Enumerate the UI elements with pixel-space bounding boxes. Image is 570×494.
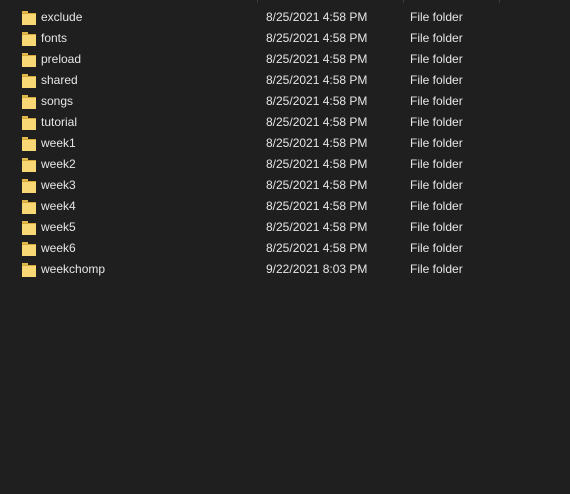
folder-icon <box>22 136 36 151</box>
file-row[interactable]: week2 8/25/2021 4:58 PM File folder <box>0 154 570 175</box>
file-type: File folder <box>410 31 463 45</box>
file-name[interactable]: week2 <box>41 154 76 175</box>
file-date-modified: 8/25/2021 4:58 PM <box>266 10 368 24</box>
file-date-modified: 8/25/2021 4:58 PM <box>266 157 368 171</box>
file-row[interactable]: week3 8/25/2021 4:58 PM File folder <box>0 175 570 196</box>
folder-icon <box>22 199 36 214</box>
file-name[interactable]: fonts <box>41 28 67 49</box>
file-name[interactable]: weekchomp <box>41 259 105 280</box>
file-date-modified: 8/25/2021 4:58 PM <box>266 115 368 129</box>
file-row[interactable]: weekchomp 9/22/2021 8:03 PM File folder <box>0 259 570 280</box>
file-name[interactable]: songs <box>41 91 73 112</box>
folder-icon <box>22 115 36 130</box>
file-row[interactable]: shared 8/25/2021 4:58 PM File folder <box>0 70 570 91</box>
file-name[interactable]: tutorial <box>41 112 77 133</box>
file-date-modified: 8/25/2021 4:58 PM <box>266 220 368 234</box>
file-list: exclude 8/25/2021 4:58 PM File folder fo… <box>0 7 570 280</box>
file-name[interactable]: exclude <box>41 7 82 28</box>
folder-icon <box>22 10 36 25</box>
file-name[interactable]: shared <box>41 70 78 91</box>
file-date-modified: 8/25/2021 4:58 PM <box>266 52 368 66</box>
folder-icon <box>22 220 36 235</box>
folder-icon <box>22 73 36 88</box>
folder-icon <box>22 262 36 277</box>
file-row[interactable]: week6 8/25/2021 4:58 PM File folder <box>0 238 570 259</box>
file-row[interactable]: preload 8/25/2021 4:58 PM File folder <box>0 49 570 70</box>
file-name[interactable]: week4 <box>41 196 76 217</box>
file-type: File folder <box>410 10 463 24</box>
file-type: File folder <box>410 220 463 234</box>
file-row[interactable]: exclude 8/25/2021 4:58 PM File folder <box>0 7 570 28</box>
file-type: File folder <box>410 157 463 171</box>
file-row[interactable]: tutorial 8/25/2021 4:58 PM File folder <box>0 112 570 133</box>
file-row[interactable]: week4 8/25/2021 4:58 PM File folder <box>0 196 570 217</box>
file-type: File folder <box>410 52 463 66</box>
file-type: File folder <box>410 115 463 129</box>
file-name[interactable]: week1 <box>41 133 76 154</box>
file-row[interactable]: fonts 8/25/2021 4:58 PM File folder <box>0 28 570 49</box>
file-date-modified: 8/25/2021 4:58 PM <box>266 241 368 255</box>
file-name[interactable]: preload <box>41 49 81 70</box>
column-header-edge <box>0 0 570 3</box>
file-name[interactable]: week6 <box>41 238 76 259</box>
folder-icon <box>22 178 36 193</box>
column-separator[interactable] <box>403 0 404 3</box>
file-date-modified: 8/25/2021 4:58 PM <box>266 31 368 45</box>
folder-icon <box>22 157 36 172</box>
folder-icon <box>22 31 36 46</box>
file-list-pane: exclude 8/25/2021 4:58 PM File folder fo… <box>0 0 570 494</box>
folder-icon <box>22 52 36 67</box>
file-type: File folder <box>410 241 463 255</box>
file-row[interactable]: week1 8/25/2021 4:58 PM File folder <box>0 133 570 154</box>
file-type: File folder <box>410 73 463 87</box>
file-date-modified: 8/25/2021 4:58 PM <box>266 136 368 150</box>
folder-icon <box>22 94 36 109</box>
file-date-modified: 8/25/2021 4:58 PM <box>266 94 368 108</box>
file-date-modified: 9/22/2021 8:03 PM <box>266 262 368 276</box>
column-separator[interactable] <box>257 0 258 3</box>
file-row[interactable]: songs 8/25/2021 4:58 PM File folder <box>0 91 570 112</box>
file-type: File folder <box>410 262 463 276</box>
file-date-modified: 8/25/2021 4:58 PM <box>266 178 368 192</box>
column-separator[interactable] <box>499 0 500 3</box>
file-type: File folder <box>410 199 463 213</box>
file-date-modified: 8/25/2021 4:58 PM <box>266 199 368 213</box>
file-type: File folder <box>410 94 463 108</box>
file-name[interactable]: week3 <box>41 175 76 196</box>
file-type: File folder <box>410 178 463 192</box>
file-row[interactable]: week5 8/25/2021 4:58 PM File folder <box>0 217 570 238</box>
file-name[interactable]: week5 <box>41 217 76 238</box>
file-type: File folder <box>410 136 463 150</box>
folder-icon <box>22 241 36 256</box>
file-date-modified: 8/25/2021 4:58 PM <box>266 73 368 87</box>
